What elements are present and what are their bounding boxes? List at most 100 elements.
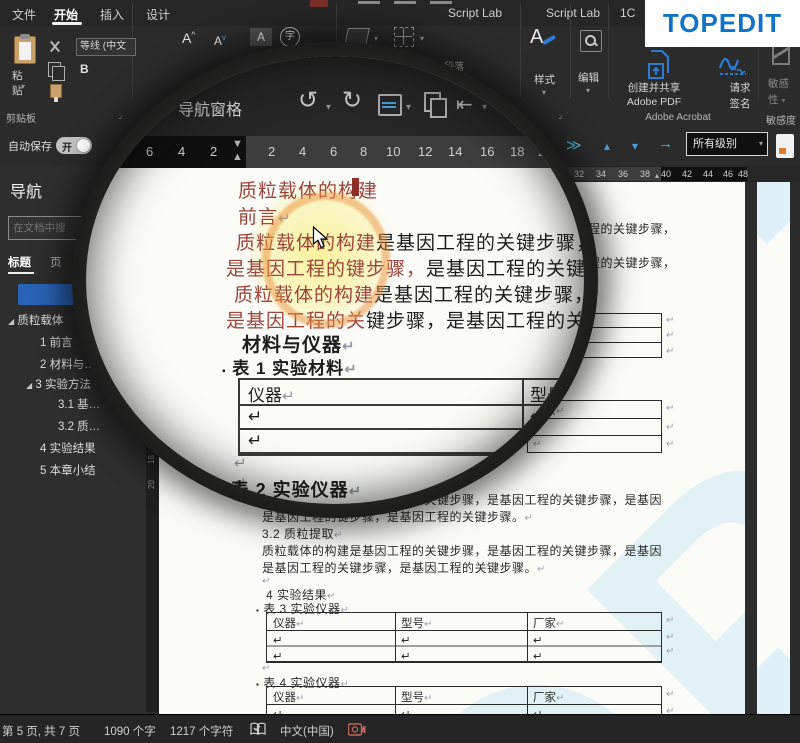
level-dropdown-value: 所有级别	[693, 138, 737, 150]
magnified-table1-caption: ▪ 表 1 实验材料↵	[222, 354, 358, 379]
expand-triangle-icon[interactable]: ◢	[8, 317, 14, 326]
magnified-ribbon-band: 导航窗格 ↺ ▾ ↻ ▾ ⇤ ▾	[86, 56, 584, 136]
character-shading-button[interactable]: A	[250, 28, 272, 46]
pilcrow-mark: ↵	[666, 706, 674, 714]
magnified-table-1: 仪器↵ 型号↵ ↵↵ ↵↵	[238, 378, 598, 456]
bullet-icon: ▪	[256, 606, 259, 615]
table-border	[527, 687, 528, 714]
clipboard-group-label: 剪贴板	[6, 110, 36, 125]
sidebar-item-32[interactable]: 3.2 质…	[58, 418, 100, 434]
previous-heading-icon[interactable]: ▴	[604, 139, 610, 153]
tab-script-lab-2[interactable]: Script Lab	[546, 6, 600, 20]
magnified-materials-heading: 材料与仪器↵	[242, 330, 356, 357]
table-border	[527, 613, 528, 662]
request-signatures-label-2[interactable]: 签名	[722, 96, 758, 111]
table-border	[661, 400, 662, 452]
sidebar-item-5[interactable]: 5 本章小结	[40, 462, 96, 478]
pilcrow-mark: ↵	[666, 330, 674, 341]
font-name-box[interactable]: 等线 (中文	[76, 38, 136, 56]
page-break-icon	[378, 94, 402, 116]
click-highlight-ring	[262, 192, 390, 328]
chevron-down-icon[interactable]: ▾	[420, 34, 424, 43]
pilcrow-mark: ↵	[234, 454, 248, 472]
page-bookmark-icon[interactable]	[776, 134, 794, 158]
table-cell: 仪器↵	[273, 689, 304, 705]
magnified-ribbon-fragment	[394, 1, 416, 4]
expand-triangle-icon[interactable]: ◢	[26, 381, 32, 390]
goto-arrow-icon[interactable]: →	[658, 135, 673, 152]
create-pdf-icon[interactable]	[646, 50, 672, 83]
borders-icon[interactable]	[394, 27, 414, 47]
mouse-cursor	[312, 226, 329, 253]
table-row: ↵↵↵	[267, 631, 661, 647]
headings-tab-underline	[8, 272, 34, 274]
sensitivity-group-label: 敏感度	[766, 112, 796, 127]
navigation-pane-button: 导航窗格	[178, 96, 242, 120]
recorder-icon[interactable]	[348, 723, 366, 739]
table-cell: 仪器↵	[248, 381, 295, 406]
paste-icon	[14, 36, 36, 64]
tab-script-lab-1[interactable]: Script Lab	[448, 6, 502, 20]
tab-pages[interactable]: 页	[50, 254, 62, 270]
request-signatures-icon[interactable]	[718, 50, 748, 81]
sidebar-item-chapter[interactable]: ◢ 质粒载体	[8, 312, 63, 328]
section-heading-32: 3.2 质粒提取↵	[262, 525, 343, 542]
create-pdf-label-2[interactable]: Adobe PDF	[612, 96, 696, 108]
next-heading-icon[interactable]: ▾	[632, 139, 638, 153]
sidebar-item-1[interactable]: 1 前言	[40, 334, 73, 350]
tab-partial[interactable]: 1C	[620, 6, 635, 20]
sidebar-item-3[interactable]: ◢ 3 实验方法	[26, 376, 91, 392]
first-line-indent-marker[interactable]: ▼	[232, 138, 243, 150]
group-divider	[608, 4, 609, 98]
table-cell: 型号↵	[401, 615, 432, 631]
word-count[interactable]: 1090 个字	[104, 723, 156, 739]
char-count[interactable]: 1217 个字符	[170, 723, 233, 739]
shrink-font-button[interactable]: Av	[214, 33, 226, 48]
table-3: 仪器↵ 型号↵ 厂家↵ ↵↵↵ ↵↵↵	[266, 612, 662, 663]
chevron-down-icon[interactable]: ▾	[374, 34, 378, 43]
table-row: 仪器↵ 型号↵ 厂家↵	[267, 613, 661, 631]
copy-icon	[424, 92, 441, 112]
copy-icon[interactable]	[48, 62, 61, 77]
cut-icon[interactable]	[48, 40, 62, 54]
acrobat-group-label: Adobe Acrobat	[618, 112, 738, 123]
status-bar: 第 5 页, 共 7 页 1090 个字 1217 个字符 中文(中国)	[0, 714, 800, 743]
format-painter-icon[interactable]	[50, 84, 62, 98]
grow-font-button[interactable]: A^	[182, 30, 195, 46]
ruler-number: 34	[596, 169, 606, 179]
tab-design[interactable]: 设计	[146, 6, 170, 23]
sidebar-item-4[interactable]: 4 实验结果	[40, 440, 96, 456]
sidebar-item-31[interactable]: 3.1 基…	[58, 396, 100, 412]
vruler-number: 18	[147, 455, 156, 464]
page-indicator[interactable]: 第 5 页, 共 7 页	[2, 723, 80, 739]
proofing-icon[interactable]	[250, 722, 266, 739]
autosave-label: 自动保存	[8, 138, 52, 154]
tab-file[interactable]: 文件	[12, 6, 36, 23]
navigation-title: 导航	[10, 178, 42, 202]
sensitivity-label-1: 敏感	[768, 76, 789, 91]
vruler-number: 20	[147, 480, 156, 489]
pilcrow-mark: ↵	[666, 422, 674, 433]
editing-search-icon[interactable]	[580, 30, 602, 52]
page-gap	[745, 182, 757, 714]
table-border	[579, 342, 662, 343]
tab-insert[interactable]: 插入	[100, 6, 124, 23]
autosave-state: 开	[62, 139, 72, 154]
ruler-number: 32	[574, 169, 584, 179]
heading-level-dropdown[interactable]: 所有级别 ▾	[686, 132, 768, 156]
styles-button[interactable]: A	[530, 26, 543, 49]
right-indent-marker[interactable]: ▴	[655, 171, 659, 180]
tab-headings[interactable]: 标题	[8, 254, 31, 270]
hanging-indent-marker[interactable]: ▲	[232, 151, 243, 163]
scrollbar-track[interactable]	[790, 182, 800, 714]
chevron-down-icon: ▾	[406, 102, 411, 113]
tab-home[interactable]: 开始	[54, 6, 78, 23]
create-pdf-label-1[interactable]: 创建并共享	[612, 80, 696, 95]
table-row: 仪器↵ 型号↵ 厂家↵	[267, 687, 661, 705]
request-signatures-label-1[interactable]: 请求	[722, 80, 758, 95]
magnified-titlebar-fragment	[310, 0, 328, 7]
sensitivity-label-2: 性 ▾	[768, 92, 785, 107]
ruler-number: 38	[640, 169, 650, 179]
language-indicator[interactable]: 中文(中国)	[280, 723, 334, 739]
ruler-number: 36	[618, 169, 628, 179]
